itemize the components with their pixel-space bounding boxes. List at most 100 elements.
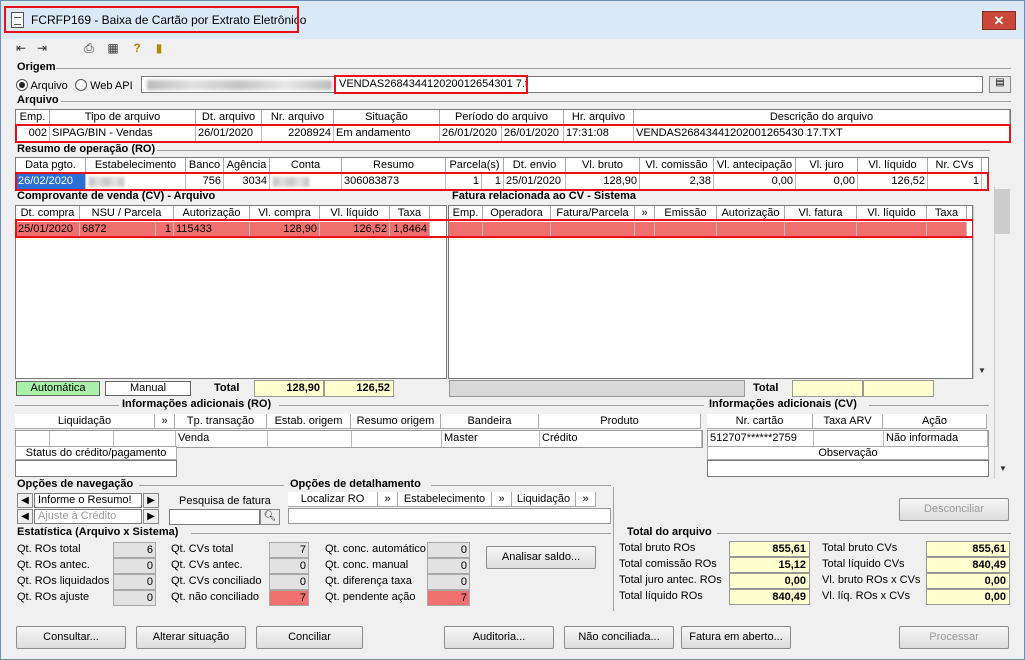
info-ro-cell-7: Crédito xyxy=(540,431,702,447)
desconciliar-button[interactable]: Desconciliar xyxy=(899,498,1009,521)
browse-file-button[interactable]: ▤ xyxy=(989,76,1011,93)
detalhamento-row[interactable] xyxy=(288,508,611,524)
est-col1-label-0: Qt. ROs total xyxy=(17,543,81,555)
auditoria-button[interactable]: Auditoria... xyxy=(444,626,554,649)
main-scroll-down-icon[interactable]: ▼ xyxy=(994,461,1012,476)
resumo-input[interactable]: Informe o Resumo! xyxy=(34,493,142,508)
detalhamento-label: Opções de detalhamento xyxy=(290,478,421,490)
file-name: VENDAS268434412020012654301 7.txt xyxy=(334,75,528,94)
nao-conciliada-button[interactable]: Não conciliada... xyxy=(564,626,674,649)
search-icon[interactable]: 🔍︎ xyxy=(260,509,280,525)
info-cv-label: Informações adicionais (CV) xyxy=(709,398,857,410)
pesquisa-fatura-input[interactable] xyxy=(169,509,260,525)
info-ro-grid: Liquidação» Tp. transação Estab. origem Res… xyxy=(15,414,703,448)
total-right-label-3: Vl. líq. ROs x CVs xyxy=(822,590,911,602)
est-col1-value-3: 0 xyxy=(113,590,156,606)
status-credito-label: Status do crédito/pagamento xyxy=(15,446,177,460)
info-cv-cell-2: Não informada xyxy=(884,431,988,447)
arquivo-header-2: Dt. arquivo xyxy=(196,110,262,125)
nav-next-ajuste-icon[interactable]: ▶ xyxy=(143,509,159,524)
total-right-value-2: 0,00 xyxy=(926,573,1010,589)
est-col2-value-2: 0 xyxy=(269,574,309,590)
est-col3-value-2: 0 xyxy=(427,574,470,590)
alterar-situacao-button[interactable]: Alterar situação xyxy=(136,626,246,649)
close-button[interactable]: ✕ xyxy=(982,11,1016,30)
arquivo-header-1: Tipo de arquivo xyxy=(50,110,196,125)
legend-manual: Manual xyxy=(105,381,191,396)
fatura-total-1 xyxy=(792,380,863,397)
ajuste-select[interactable]: Ajuste à Crédito xyxy=(34,509,142,524)
cv-label: Comprovante de venda (CV) - Arquivo xyxy=(17,190,216,202)
est-col1-value-2: 0 xyxy=(113,574,156,590)
total-right-label-2: Vl. bruto ROs x CVs xyxy=(822,574,921,586)
fatura-aberto-button[interactable]: Fatura em aberto... xyxy=(681,626,791,649)
main-scroll-thumb[interactable] xyxy=(995,189,1010,234)
ro-header-13: Nr. CVs xyxy=(928,158,982,173)
est-col3-label-3: Qt. pendente ação xyxy=(325,591,416,603)
print-icon[interactable]: ⎙ xyxy=(81,41,97,55)
nav-next-resumo-icon[interactable]: ▶ xyxy=(143,493,159,508)
est-col3-value-1: 0 xyxy=(427,558,470,574)
cv-total-compra: 128,90 xyxy=(254,380,324,397)
radio-arquivo[interactable]: Arquivo xyxy=(16,79,68,92)
info-ro-cell-1 xyxy=(50,431,114,447)
calculator-icon[interactable]: ▦ xyxy=(105,41,121,55)
total-left-value-3: 840,49 xyxy=(729,589,810,605)
detalhamento-col-2: Estabelecimento xyxy=(398,492,492,507)
info-ro-header-5: Bandeira xyxy=(441,414,539,429)
info-ro-label: Informações adicionais (RO) xyxy=(122,398,272,410)
main-window: FCRFP169 - Baixa de Cartão por Extrato E… xyxy=(0,0,1025,660)
last-icon[interactable]: ⇥ xyxy=(34,41,50,55)
conciliar-button[interactable]: Conciliar xyxy=(256,626,363,649)
consultar-button[interactable]: Consultar... xyxy=(16,626,126,649)
processar-button[interactable]: Processar xyxy=(899,626,1009,649)
est-col1-value-0: 6 xyxy=(113,542,156,558)
est-col2-label-1: Qt. CVs antec. xyxy=(171,559,243,571)
info-cv-cell-0: 512707******2759 xyxy=(708,431,814,447)
scroll-down-icon[interactable]: ▼ xyxy=(973,363,991,378)
est-col2-label-2: Qt. CVs conciliado xyxy=(171,575,262,587)
ro-header-7: Dt. envio xyxy=(504,158,566,173)
detalhamento-col-3: » xyxy=(492,492,512,507)
nav-prev-resumo-icon[interactable]: ◀ xyxy=(17,493,33,508)
detalhamento-col-0: Localizar RO xyxy=(288,492,378,507)
observacao-field[interactable] xyxy=(707,460,989,477)
help-icon[interactable]: ? xyxy=(129,41,145,55)
first-icon[interactable]: ⇤ xyxy=(13,41,29,55)
fatura-hscroll[interactable] xyxy=(449,380,745,397)
info-cv-cell-1 xyxy=(814,431,884,447)
total-right-value-3: 0,00 xyxy=(926,589,1010,605)
observacao-label: Observação xyxy=(707,446,989,460)
detalhamento-col-4: Liquidação xyxy=(512,492,576,507)
radio-webapi-icon xyxy=(75,79,87,91)
ro-header-9: Vl. comissão xyxy=(640,158,714,173)
total-left-value-1: 15,12 xyxy=(729,557,810,573)
detalhamento-col-5: » xyxy=(576,492,596,507)
est-col1-value-1: 0 xyxy=(113,558,156,574)
analisar-saldo-button[interactable]: Analisar saldo... xyxy=(486,546,596,569)
total-right-label-0: Total bruto CVs xyxy=(822,542,898,554)
ro-header-11: Vl. juro xyxy=(796,158,858,173)
total-right-value-1: 840,49 xyxy=(926,557,1010,573)
radio-webapi[interactable]: Web API xyxy=(75,79,133,92)
exit-icon[interactable]: ▮ xyxy=(151,41,167,55)
ro-header-12: Vl. líquido xyxy=(858,158,928,173)
est-col1-label-3: Qt. ROs ajuste xyxy=(17,591,90,603)
info-ro-header-6: Produto xyxy=(539,414,701,429)
est-col3-value-0: 0 xyxy=(427,542,470,558)
info-ro-header-2: Tp. transação xyxy=(175,414,267,429)
nav-prev-ajuste-icon[interactable]: ◀ xyxy=(17,509,33,524)
fatura-total-label: Total xyxy=(753,382,779,394)
fatura-scrollbar[interactable] xyxy=(973,205,990,379)
legend-automatica: Automática xyxy=(16,381,100,396)
status-credito-field[interactable] xyxy=(15,460,177,477)
total-left-label-2: Total juro antec. ROs xyxy=(619,574,722,586)
info-ro-cell-3: Venda xyxy=(176,431,268,447)
info-ro-header-3: Estab. origem xyxy=(267,414,351,429)
est-col3-value-3: 7 xyxy=(427,590,470,606)
pesquisa-fatura-label: Pesquisa de fatura xyxy=(179,495,271,507)
info-cv-header-2: Ação xyxy=(883,414,987,429)
ro-header-2: Banco xyxy=(186,158,224,173)
arquivo-header-5: Período do arquivo xyxy=(440,110,564,125)
arquivo-header-4: Situação xyxy=(334,110,440,125)
